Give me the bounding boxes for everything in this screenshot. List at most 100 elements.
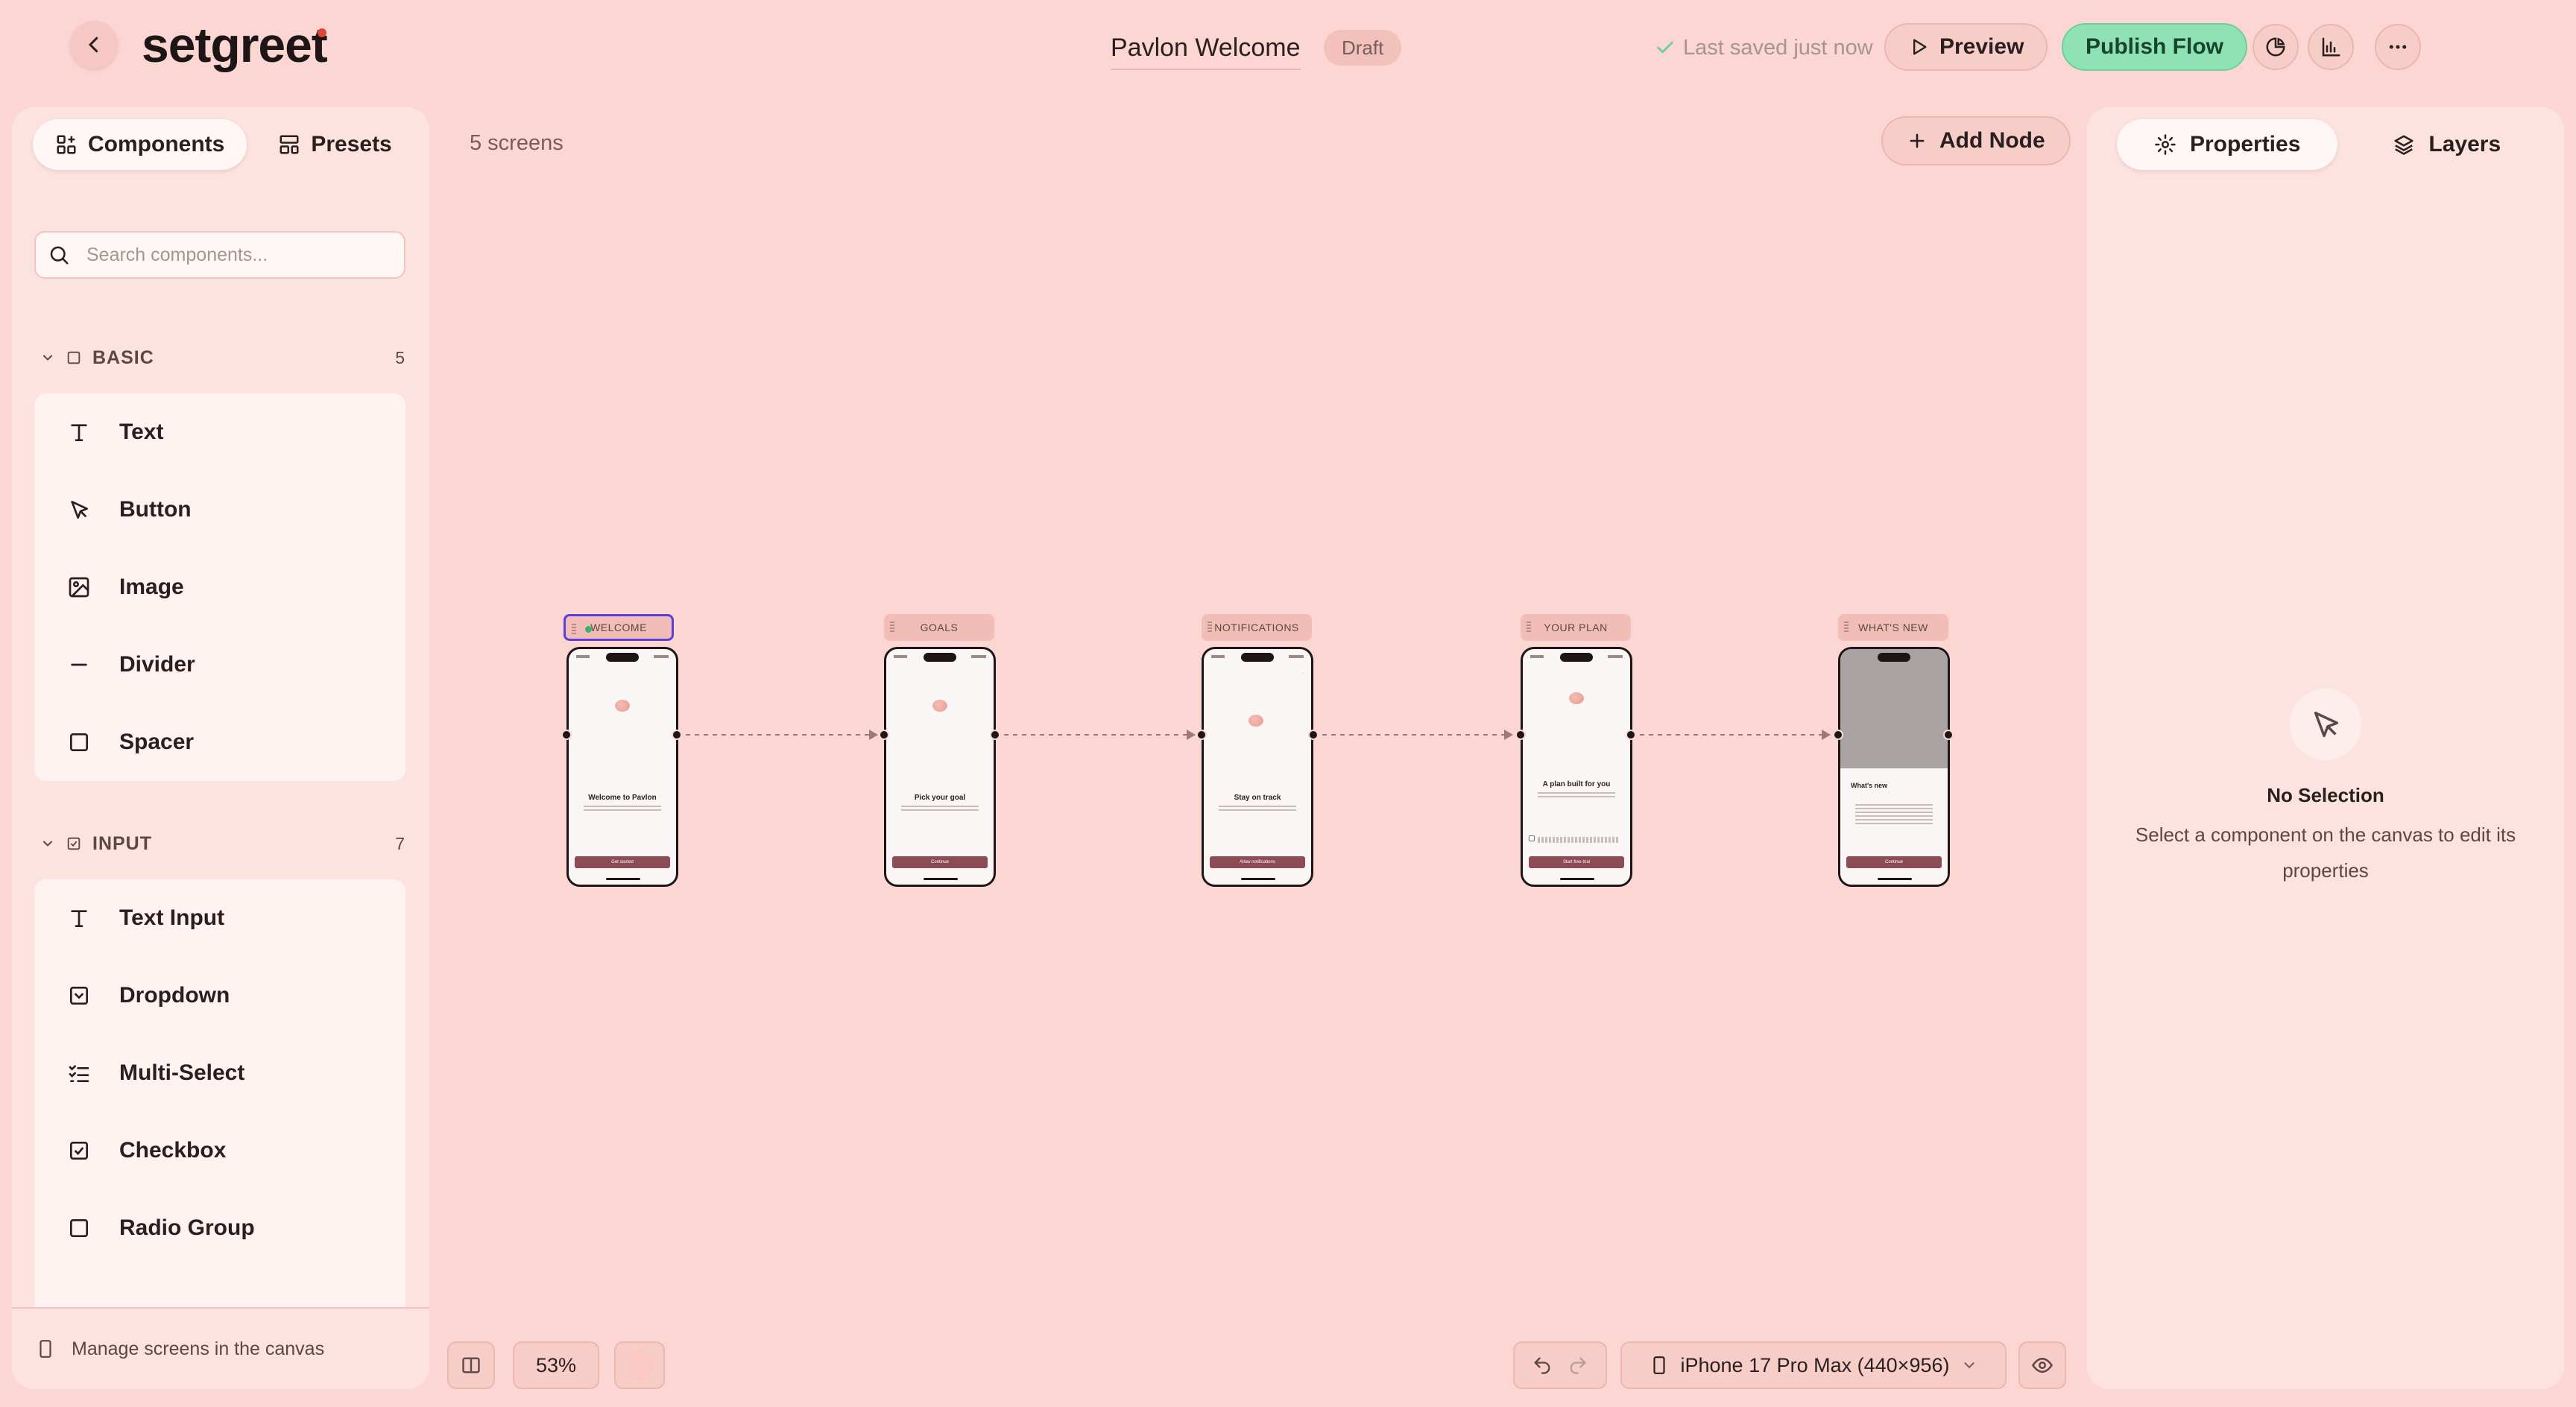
empty-state-title: No Selection [2267, 784, 2384, 806]
arrow-head [1822, 730, 1831, 740]
drag-handle-icon[interactable] [1208, 622, 1212, 632]
terms-checkbox [1529, 835, 1535, 841]
connection-handle[interactable] [990, 730, 1000, 740]
screen-label-text: WELCOME [590, 622, 647, 633]
status-bar-icons [1289, 655, 1304, 658]
zoom-level[interactable]: 53% [513, 1341, 599, 1389]
status-bar-time [576, 655, 590, 658]
device-selector[interactable]: iPhone 17 Pro Max (440×956) [1620, 1341, 2007, 1389]
connection-handle[interactable] [1833, 730, 1843, 740]
undo-icon[interactable] [1532, 1355, 1553, 1376]
tab-properties-label: Properties [2190, 132, 2301, 156]
connection-handle[interactable] [1943, 730, 1954, 740]
home-indicator [606, 878, 640, 880]
home-indicator [1560, 878, 1594, 880]
eye-icon [2032, 1357, 2053, 1373]
phone-icon [1652, 1356, 1665, 1374]
screen-cta: Get started [575, 856, 670, 868]
screen-label-text: GOALS [920, 622, 959, 633]
screen-title: Stay on track [1234, 794, 1281, 802]
preview-visibility-button[interactable] [2018, 1341, 2066, 1389]
drag-handle-icon[interactable] [572, 624, 576, 634]
phone-notch [1560, 653, 1593, 662]
status-bar-icons [1608, 655, 1623, 658]
screen-title: Welcome to Pavlon [588, 794, 657, 802]
status-bar-icons [654, 655, 669, 658]
chevron-down-icon [1964, 1362, 1974, 1369]
canvas-color-button[interactable] [614, 1341, 665, 1389]
arrow-head [869, 730, 878, 740]
layers-icon [2394, 135, 2414, 155]
screen-label-whats-new[interactable]: WHAT'S NEW [1838, 614, 1948, 641]
home-indicator [924, 878, 958, 880]
screen-cta: Continue [892, 856, 988, 868]
history-controls [1513, 1341, 1607, 1389]
drag-handle-icon[interactable] [1527, 622, 1531, 632]
drag-handle-icon[interactable] [890, 622, 894, 632]
arrow-head [1187, 730, 1196, 740]
gear-icon [2155, 134, 2176, 155]
right-panel-tabs: Properties Layers [2117, 119, 2538, 170]
screen-subtitle [1538, 792, 1615, 800]
illustration [1248, 715, 1263, 727]
sheet-body [1855, 804, 1933, 826]
terms-text [1538, 837, 1620, 843]
skip-link: · [1302, 671, 1304, 676]
arrow-head [1504, 730, 1513, 740]
home-indicator [1241, 878, 1275, 880]
screen-title: What's new [1851, 782, 1888, 789]
connection-handle[interactable] [672, 730, 682, 740]
screen-label-text: NOTIFICATIONS [1214, 622, 1299, 633]
screen-label-notifications[interactable]: NOTIFICATIONS [1202, 614, 1312, 641]
device-label: iPhone 17 Pro Max (440×956) [1680, 1353, 1950, 1376]
screen-label-text: YOUR PLAN [1544, 622, 1608, 633]
phone-notch [606, 653, 639, 662]
screen-preview-notifications[interactable]: · Stay on track Allow notifications [1202, 647, 1313, 887]
screen-label-welcome[interactable]: WELCOME [564, 614, 674, 641]
connection-handle[interactable] [879, 730, 889, 740]
drag-handle-icon[interactable] [1844, 622, 1849, 632]
screen-cta: Start free trial [1529, 856, 1624, 868]
screen-preview-welcome[interactable]: Welcome to Pavlon Get started [566, 647, 678, 887]
screen-title: A plan built for you [1542, 780, 1611, 788]
tab-layers[interactable]: Layers [2355, 119, 2538, 170]
screen-preview-goals[interactable]: Pick your goal Continue [884, 647, 996, 887]
screen-title: Pick your goal [914, 794, 966, 802]
screen-cta: Allow notifications [1210, 856, 1305, 868]
status-bar-time [1530, 655, 1544, 658]
home-indicator [1878, 878, 1912, 880]
illustration [615, 700, 630, 712]
sidebar-icon [462, 1357, 480, 1373]
phone-notch [1241, 653, 1274, 662]
screen-subtitle [1219, 806, 1296, 813]
screen-preview-your-plan[interactable]: A plan built for you Start free trial [1521, 647, 1632, 887]
screen-label-goals[interactable]: GOALS [884, 614, 994, 641]
status-bar-time [1211, 655, 1225, 658]
connection-handle[interactable] [1626, 730, 1636, 740]
start-indicator [585, 626, 592, 633]
toggle-panels-button[interactable] [447, 1341, 495, 1389]
color-swatch [625, 1350, 654, 1380]
status-bar-time [894, 655, 907, 658]
illustration [1569, 692, 1584, 704]
screen-label-text: WHAT'S NEW [1858, 622, 1928, 633]
connection-handle[interactable] [1196, 730, 1207, 740]
properties-panel: Properties Layers No Selection Select a … [2087, 107, 2564, 1389]
tab-properties[interactable]: Properties [2117, 119, 2338, 170]
illustration [932, 700, 947, 712]
screen-label-your-plan[interactable]: YOUR PLAN [1521, 614, 1631, 641]
cursor-icon [2314, 711, 2339, 738]
empty-state-description: Select a component on the canvas to edit… [2135, 823, 2516, 882]
connection-handle[interactable] [561, 730, 572, 740]
connection-handle[interactable] [1308, 730, 1319, 740]
screen-subtitle [901, 806, 979, 813]
overlay-backdrop [1840, 649, 1948, 768]
phone-notch [924, 653, 956, 662]
redo-icon[interactable] [1568, 1355, 1588, 1376]
connection-handle[interactable] [1515, 730, 1526, 740]
tab-layers-label: Layers [2428, 132, 2501, 156]
screen-preview-whats-new[interactable]: What's new Continue [1838, 647, 1950, 887]
screen-cta: Continue [1846, 856, 1942, 868]
phone-notch [1878, 653, 1910, 662]
no-selection-illustration [2290, 689, 2361, 760]
